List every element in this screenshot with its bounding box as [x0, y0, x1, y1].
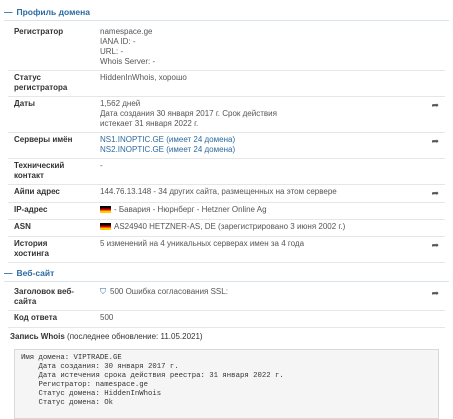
registrar-name: namespace.ge [100, 27, 153, 36]
ip-location-value: - Бавария - Нюрнберг - Hetzner Online Ag [100, 205, 421, 215]
asn-row: ASN AS24940 HETZNER-AS, DE (зарегистриро… [8, 219, 445, 237]
label-line: Статус [14, 73, 41, 82]
registrar-row: Регистратор namespace.ge IANA ID: - URL:… [8, 24, 445, 71]
row-label: Айпи адрес [14, 187, 60, 196]
row-label: Даты [14, 99, 35, 108]
whois-line: Статус домена: Ok [21, 399, 113, 407]
nameservers-row: Серверы имён NS1.INOPTIC.GE (имеет 24 до… [8, 132, 445, 159]
ip-location-row: IP-адрес - Бавария - Нюрнберг - Hetzner … [8, 202, 445, 220]
whois-line: Дата истечения срока действия реестра: 3… [21, 372, 284, 380]
website-header-value: ⛉ 500 Ошибка согласования SSL: [100, 287, 421, 297]
label-line: регистратора [14, 83, 68, 92]
whois-updated-text: (последнее обновление: 11.05.2021) [67, 332, 203, 341]
germany-flag-icon [100, 206, 111, 213]
registrar-value: namespace.ge IANA ID: - URL: - Whois Ser… [100, 27, 421, 67]
label-line: История [14, 239, 48, 248]
label-line: хостинга [14, 249, 49, 258]
whois-line: Статус домена: HiddenInWhois [21, 390, 162, 398]
tech-contact-row: Технический контакт - [8, 158, 445, 185]
whois-line: Регистратор: namespace.ge [21, 381, 149, 389]
section-title: Веб-сайт [16, 268, 55, 278]
whois-record-title: Запись Whois (последнее обновление: 11.0… [10, 332, 203, 341]
row-label: Код ответа [14, 313, 58, 322]
whois-line: Имя домена: VIPTRADE.GE [21, 354, 122, 362]
dates-value: 1,562 дней Дата создания 30 января 2017 … [100, 99, 421, 129]
row-label: История хостинга [14, 239, 86, 259]
iana-id: IANA ID: - [100, 37, 136, 46]
nameserver-link[interactable]: NS1.INOPTIC.GE (имеет 24 домена) [100, 135, 421, 145]
nameservers-value: NS1.INOPTIC.GE (имеет 24 домена) NS2.INO… [100, 135, 421, 155]
registrar-url: URL: - [100, 47, 124, 56]
whois-title-text: Запись Whois [10, 332, 65, 341]
history-value: 5 изменений на 4 уникальных серверах име… [100, 239, 305, 248]
row-label: IP-адрес [14, 205, 48, 214]
row-label: Серверы имён [14, 135, 73, 144]
share-arrow-icon[interactable]: ➦ [431, 240, 439, 251]
ip-value[interactable]: 144.76.13.148 - 34 других сайта, размеще… [100, 187, 421, 197]
label-line: Технический [14, 161, 65, 170]
section-title: Профиль домена [16, 7, 91, 17]
collapse-icon[interactable]: — [4, 7, 13, 17]
share-arrow-icon[interactable]: ➦ [431, 136, 439, 147]
germany-flag-icon [100, 223, 111, 230]
ip-row: Айпи адрес 144.76.13.148 - 34 других сай… [8, 184, 445, 203]
label-line: Заголовок веб- [14, 287, 74, 296]
asn-text: AS24940 HETZNER-AS, DE (зарегистрировано… [114, 222, 346, 231]
row-label: Регистратор [14, 27, 64, 36]
status-value: HiddenInWhois, хорошо [100, 73, 187, 82]
expiry-date: истекает 31 января 2022 г. [100, 119, 199, 128]
label-line: сайта [14, 297, 37, 306]
label-line: контакт [14, 171, 44, 180]
row-label: Технический контакт [14, 161, 86, 181]
tech-contact-value: - [100, 161, 103, 170]
registrar-status-row: Статус регистратора HiddenInWhois, хорош… [8, 70, 445, 97]
header-text: 500 Ошибка согласования SSL: [110, 287, 228, 296]
location-text: - Бавария - Нюрнберг - Hetzner Online Ag [114, 205, 267, 214]
share-arrow-icon[interactable]: ➦ [431, 188, 439, 199]
share-arrow-icon[interactable]: ➦ [431, 100, 439, 111]
nameserver-link[interactable]: NS2.INOPTIC.GE (имеет 24 домена) [100, 145, 421, 155]
response-code-row: Код ответа 500 [8, 310, 445, 328]
creation-date: Дата создания 30 января 2017 г. Срок дей… [100, 109, 277, 118]
dates-row: Даты 1,562 дней Дата создания 30 января … [8, 96, 445, 133]
section-header-website[interactable]: — Веб-сайт [4, 265, 449, 282]
section-header-profile[interactable]: — Профиль домена [4, 4, 449, 21]
row-label: Заголовок веб- сайта [14, 287, 86, 307]
row-label: Статус регистратора [14, 73, 86, 93]
share-arrow-icon[interactable]: ➦ [431, 288, 439, 299]
row-label: ASN [14, 222, 31, 231]
hosting-history-row: История хостинга 5 изменений на 4 уникал… [8, 236, 445, 263]
shield-icon: ⛉ [100, 287, 106, 296]
collapse-icon[interactable]: — [4, 268, 13, 278]
response-code-value: 500 [100, 313, 114, 322]
website-header-row: Заголовок веб- сайта ⛉ 500 Ошибка согласо… [8, 284, 445, 311]
asn-value: AS24940 HETZNER-AS, DE (зарегистрировано… [100, 222, 421, 232]
whois-server: Whois Server: - [100, 57, 156, 66]
whois-line: Дата создания: 30 января 2017 г. [21, 363, 179, 371]
domain-age: 1,562 дней [100, 99, 141, 108]
